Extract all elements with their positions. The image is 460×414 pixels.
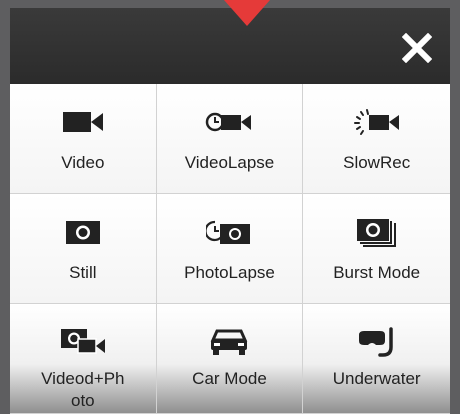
menu-pointer-arrow (224, 0, 270, 26)
car-icon (211, 329, 248, 355)
mode-tile-videolapse[interactable]: VideoLapse (156, 84, 304, 194)
close-button[interactable] (400, 28, 434, 68)
mode-tile-video[interactable]: Video (10, 84, 157, 194)
mode-label: Car Mode (192, 369, 267, 388)
mode-label: Still (69, 263, 97, 282)
slow-motion-icon (353, 109, 399, 135)
mode-tile-carmode[interactable]: Car Mode (156, 304, 304, 414)
mode-label: Videod+Ph oto (41, 369, 125, 410)
snorkel-mask-icon (358, 327, 393, 357)
mode-label: SlowRec (343, 153, 411, 172)
mode-label: Video (61, 153, 105, 172)
mode-label: Underwater (332, 369, 421, 388)
videolapse-icon (206, 112, 252, 132)
mode-label: Burst Mode (333, 263, 421, 282)
mode-grid: Video VideoLapse SlowRec Still PhotoLaps… (10, 84, 450, 414)
photo-camera-icon (65, 221, 100, 244)
video-photo-icon (60, 329, 105, 354)
mode-label: PhotoLapse (184, 263, 275, 282)
mode-label: VideoLapse (184, 153, 275, 172)
mode-tile-underwater[interactable]: Underwater (303, 304, 450, 414)
mode-tile-photolapse[interactable]: PhotoLapse (156, 194, 304, 304)
close-icon (402, 33, 432, 63)
burst-camera-icon (356, 219, 396, 247)
mode-menu-panel: Video VideoLapse SlowRec Still PhotoLaps… (10, 8, 450, 414)
photolapse-icon (206, 220, 251, 244)
mode-tile-still[interactable]: Still (10, 194, 157, 304)
mode-tile-slowrec[interactable]: SlowRec (303, 84, 450, 194)
mode-tile-videophoto[interactable]: Videod+Ph oto (10, 304, 157, 414)
mode-tile-burst[interactable]: Burst Mode (303, 194, 450, 304)
video-camera-icon (62, 112, 103, 132)
